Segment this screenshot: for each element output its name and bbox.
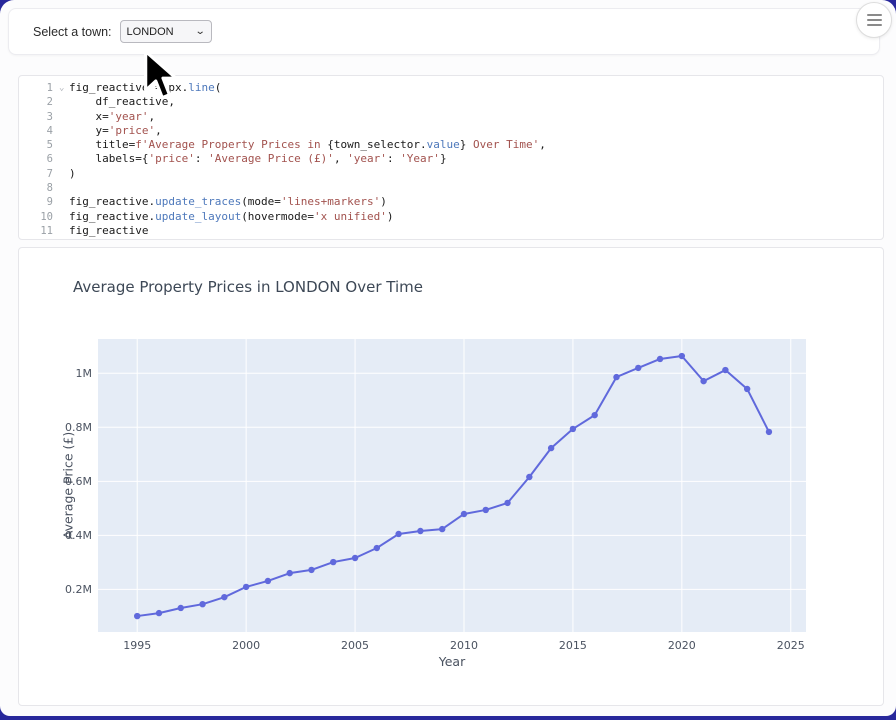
y-tick-label: 0.6M: [52, 475, 92, 488]
code-line[interactable]: 6 labels={'price': 'Average Price (£)', …: [19, 152, 883, 166]
data-point-marker: [156, 610, 162, 616]
line-number: 1: [19, 81, 59, 95]
y-tick-label: 0.2M: [52, 583, 92, 596]
town-select-value: LONDON: [127, 26, 174, 38]
x-tick-label: 2000: [224, 639, 268, 652]
y-tick-label: 0.4M: [52, 529, 92, 542]
line-number: 6: [19, 152, 59, 166]
mouse-cursor-icon: [142, 50, 184, 102]
code-line[interactable]: 11 fig_reactive: [19, 224, 883, 238]
widget-bar: Select a town: LONDON ⌄: [8, 8, 880, 55]
fold-gutter: [59, 124, 69, 138]
fold-arrow-icon[interactable]: ⌄: [59, 81, 69, 95]
data-point-marker: [483, 507, 489, 513]
data-point-marker: [679, 353, 685, 359]
y-tick-label: 0.8M: [52, 421, 92, 434]
hamburger-menu-button[interactable]: [856, 2, 892, 38]
data-point-marker: [243, 584, 249, 590]
y-tick-label: 1M: [52, 367, 92, 380]
plotly-chart[interactable]: Average Price (£) Year 0.2M0.4M0.6M0.8M1…: [19, 248, 885, 707]
line-number: 5: [19, 138, 59, 152]
fold-gutter: [59, 167, 69, 181]
code-text: ): [69, 167, 76, 181]
fold-gutter: [59, 152, 69, 166]
data-point-marker: [221, 594, 227, 600]
data-point-marker: [308, 567, 314, 573]
code-text: fig_reactive.update_traces(mode='lines+m…: [69, 195, 387, 209]
data-point-marker: [722, 367, 728, 373]
code-line[interactable]: 8: [19, 181, 883, 195]
code-text: fig_reactive: [69, 224, 148, 238]
code-line[interactable]: 10 fig_reactive.update_layout(hovermode='…: [19, 210, 883, 224]
code-text: x='year',: [69, 110, 155, 124]
line-number: 4: [19, 124, 59, 138]
data-point-marker: [287, 570, 293, 576]
data-point-marker: [548, 445, 554, 451]
code-editor[interactable]: 1⌄fig_reactive = px.line(2 df_reactive,3…: [19, 81, 883, 238]
line-number: 9: [19, 195, 59, 209]
x-tick-label: 2005: [333, 639, 377, 652]
data-point-marker: [613, 374, 619, 380]
town-select-dropdown[interactable]: LONDON ⌄: [120, 20, 212, 43]
code-text: y='price',: [69, 124, 162, 138]
data-point-marker: [526, 474, 532, 480]
code-text: labels={'price': 'Average Price (£)', 'y…: [69, 152, 447, 166]
code-line[interactable]: 9 fig_reactive.update_traces(mode='lines+…: [19, 195, 883, 209]
data-point-marker: [374, 545, 380, 551]
x-tick-label: 2010: [442, 639, 486, 652]
plot-area[interactable]: [98, 339, 806, 632]
code-line[interactable]: 7): [19, 167, 883, 181]
code-line[interactable]: 3 x='year',: [19, 110, 883, 124]
data-point-marker: [635, 365, 641, 371]
data-point-marker: [504, 500, 510, 506]
data-point-marker: [352, 555, 358, 561]
x-tick-label: 2025: [769, 639, 813, 652]
data-point-marker: [744, 386, 750, 392]
data-point-marker: [199, 601, 205, 607]
data-point-marker: [417, 528, 423, 534]
data-point-marker: [570, 426, 576, 432]
line-number: 3: [19, 110, 59, 124]
x-tick-label: 2015: [551, 639, 595, 652]
x-tick-label: 1995: [115, 639, 159, 652]
fold-gutter: [59, 110, 69, 124]
data-point-marker: [439, 526, 445, 532]
fold-gutter: [59, 181, 69, 195]
chart-output-cell: Average Property Prices in LONDON Over T…: [18, 247, 884, 706]
data-point-marker: [395, 531, 401, 537]
chevron-down-icon: ⌄: [195, 26, 206, 37]
hamburger-icon: [867, 24, 882, 26]
line-number: 8: [19, 181, 59, 195]
fold-gutter: [59, 224, 69, 238]
fold-gutter: [59, 195, 69, 209]
x-axis-title: Year: [98, 654, 806, 669]
line-number: 2: [19, 95, 59, 109]
data-point-marker: [330, 559, 336, 565]
town-select-label: Select a town:: [33, 25, 112, 39]
data-point-marker: [265, 578, 271, 584]
plot-background: [98, 339, 806, 632]
code-line[interactable]: 5 title=f'Average Property Prices in {to…: [19, 138, 883, 152]
fold-gutter: [59, 138, 69, 152]
line-number: 10: [19, 210, 59, 224]
hamburger-icon: [867, 19, 882, 21]
x-tick-label: 2020: [660, 639, 704, 652]
data-point-marker: [700, 378, 706, 384]
data-point-marker: [657, 356, 663, 362]
data-point-marker: [591, 412, 597, 418]
hamburger-icon: [867, 14, 882, 16]
data-point-marker: [766, 429, 772, 435]
line-number: 11: [19, 224, 59, 238]
data-point-marker: [134, 613, 140, 619]
fold-gutter: [59, 210, 69, 224]
code-line[interactable]: 4 y='price',: [19, 124, 883, 138]
notebook-app: Select a town: LONDON ⌄ 1⌄fig_reactive =…: [0, 0, 896, 716]
fold-gutter: [59, 95, 69, 109]
code-text: fig_reactive.update_layout(hovermode='x …: [69, 210, 394, 224]
data-point-marker: [461, 511, 467, 517]
line-number: 7: [19, 167, 59, 181]
code-text: title=f'Average Property Prices in {town…: [69, 138, 546, 152]
data-point-marker: [178, 605, 184, 611]
